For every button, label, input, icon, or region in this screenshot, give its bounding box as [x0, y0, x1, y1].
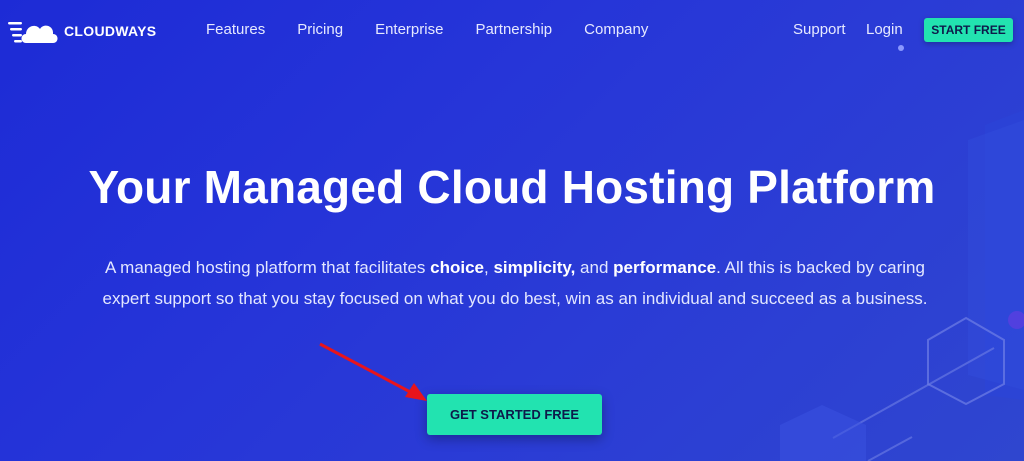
nav-item-company[interactable]: Company: [584, 21, 648, 38]
get-started-free-button[interactable]: GET STARTED FREE: [427, 394, 602, 435]
hero-title: Your Managed Cloud Hosting Platform: [88, 161, 936, 213]
login-link[interactable]: Login: [866, 21, 903, 38]
login-active-dot: [898, 45, 904, 51]
main-nav: Features Pricing Enterprise Partnership …: [196, 21, 670, 38]
desc-performance: performance: [613, 258, 717, 277]
cloud-logo-icon: [8, 22, 58, 43]
nav-item-pricing[interactable]: Pricing: [297, 21, 343, 38]
background-decoration: [780, 110, 1024, 461]
start-free-button[interactable]: START FREE: [924, 18, 1013, 42]
brand-name: CLOUDWAYS: [64, 23, 157, 39]
desc-prefix: A managed hosting platform that facilita…: [105, 258, 431, 277]
red-arrow-icon: [319, 342, 427, 401]
desc-and: and: [575, 258, 614, 277]
brand-logo[interactable]: CLOUDWAYS: [8, 17, 156, 45]
desc-simplicity: simplicity,: [493, 258, 576, 277]
support-link[interactable]: Support: [793, 21, 846, 38]
nav-item-enterprise[interactable]: Enterprise: [375, 21, 443, 38]
hero-description: A managed hosting platform that facilita…: [90, 252, 940, 314]
top-navigation: CLOUDWAYS Features Pricing Enterprise Pa…: [0, 0, 1024, 60]
desc-choice: choice: [430, 258, 484, 277]
nav-item-features[interactable]: Features: [206, 21, 265, 38]
nav-item-partnership[interactable]: Partnership: [475, 21, 552, 38]
